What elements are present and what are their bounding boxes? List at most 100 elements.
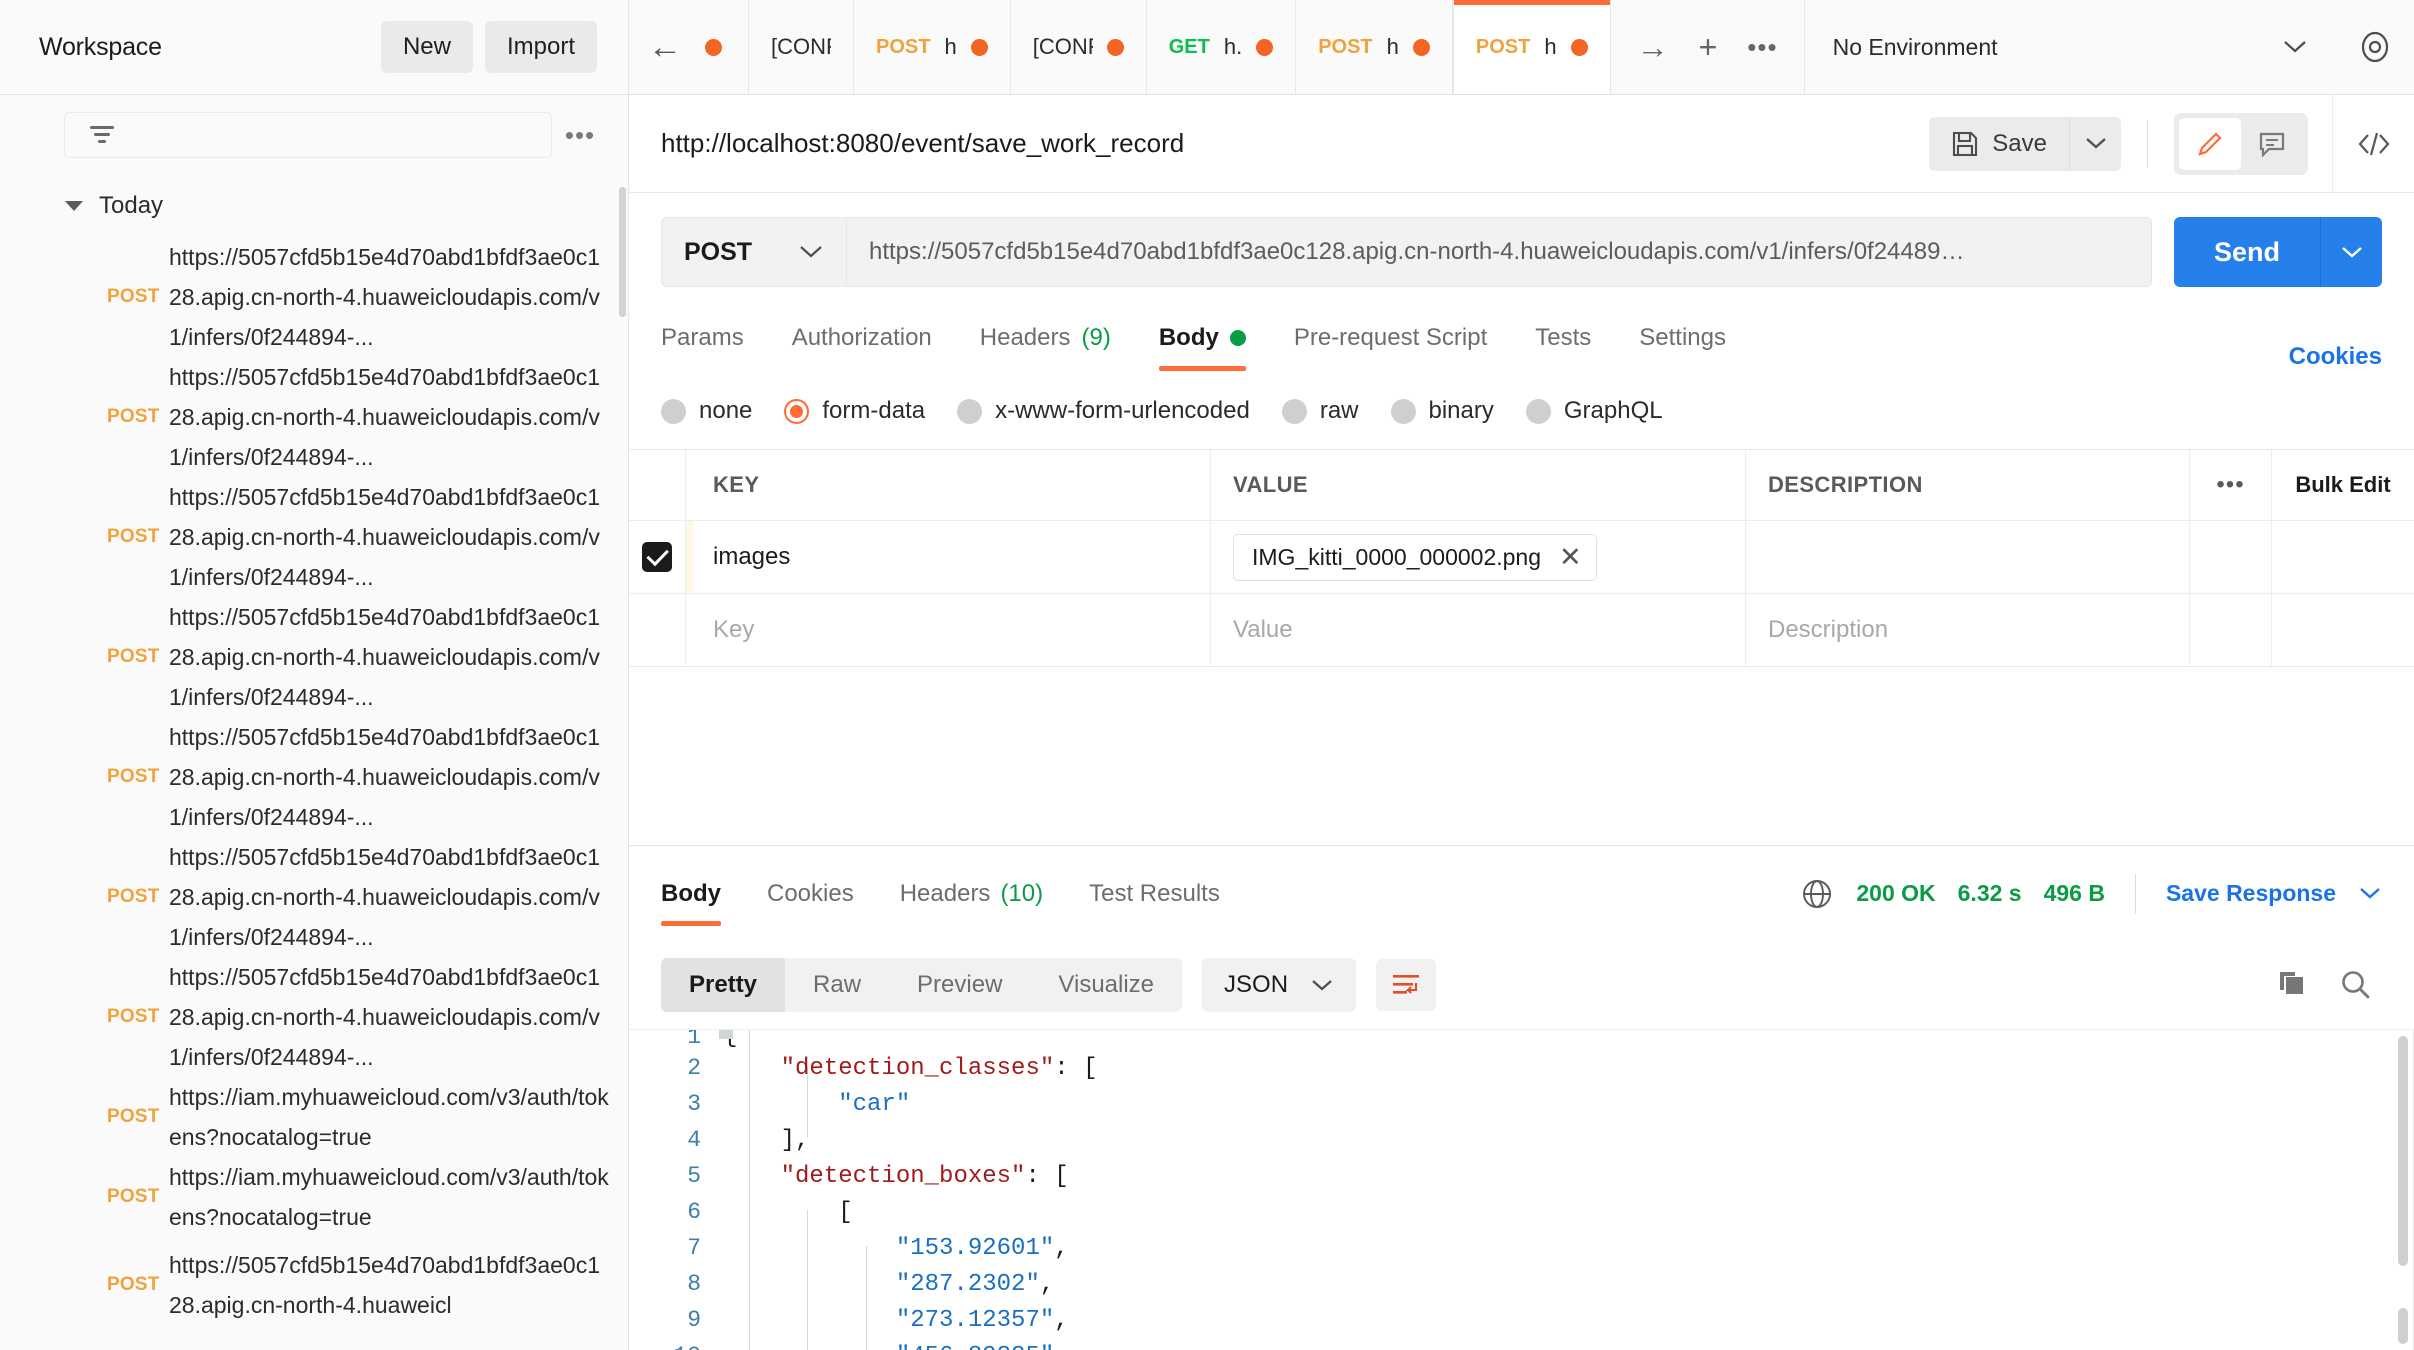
import-button[interactable]: Import bbox=[484, 21, 597, 73]
response-scrollbar[interactable] bbox=[2396, 1036, 2408, 1344]
plus-icon[interactable]: + bbox=[1699, 31, 1718, 63]
list-item[interactable]: POST https://5057cfd5b15e4d70abd1bfdf3ae… bbox=[29, 357, 628, 477]
list-item[interactable]: POST https://5057cfd5b15e4d70abd1bfdf3ae… bbox=[29, 837, 628, 957]
close-icon[interactable]: ✕ bbox=[1559, 543, 1582, 571]
list-item[interactable]: POST https://5057cfd5b15e4d70abd1bfdf3ae… bbox=[29, 957, 628, 1077]
checkbox-checked-icon bbox=[642, 542, 672, 572]
body-type-x-www-form-urlencoded[interactable]: x-www-form-urlencoded bbox=[957, 397, 1250, 425]
response-body-viewer[interactable]: 1 { 2 "detection_classes": [ 3 "car" 4 ]… bbox=[629, 1029, 2414, 1350]
body-type-binary[interactable]: binary bbox=[1390, 397, 1494, 425]
save-button[interactable]: Save bbox=[1929, 116, 2069, 171]
body-type-none[interactable]: none bbox=[661, 397, 752, 425]
bulk-edit-button[interactable]: Bulk Edit bbox=[2295, 472, 2390, 498]
tab-4[interactable]: POST h bbox=[1296, 0, 1453, 94]
code-snippet-button[interactable] bbox=[2332, 94, 2414, 193]
code-line: 9 "273.12357", bbox=[629, 1302, 2414, 1338]
view-mode-raw[interactable]: Raw bbox=[785, 958, 889, 1012]
save-options-button[interactable] bbox=[2069, 116, 2121, 171]
line-content: "153.92601", bbox=[895, 1234, 1069, 1262]
line-number: 4 bbox=[687, 1127, 701, 1153]
view-mode-preview[interactable]: Preview bbox=[889, 958, 1030, 1012]
list-item[interactable]: POST https://iam.myhuaweicloud.com/v3/au… bbox=[29, 1157, 628, 1237]
tab-scroll-left-button[interactable]: ← bbox=[629, 0, 701, 94]
response-scrollbar-thumb-lower[interactable] bbox=[2398, 1308, 2408, 1344]
body-type-raw[interactable]: raw bbox=[1281, 397, 1359, 425]
response-format-select[interactable]: JSON bbox=[1202, 958, 1357, 1012]
send-button[interactable]: Send bbox=[2173, 217, 2320, 287]
tab-headers[interactable]: Headers (9) bbox=[956, 305, 1135, 371]
response-tab-test-results[interactable]: Test Results bbox=[1066, 846, 1243, 942]
row-checkbox-empty[interactable] bbox=[629, 594, 686, 666]
list-item[interactable]: POST https://5057cfd5b15e4d70abd1bfdf3ae… bbox=[29, 237, 628, 357]
list-item[interactable]: POST https://5057cfd5b15e4d70abd1bfdf3ae… bbox=[29, 717, 628, 837]
sidebar-scrollbar[interactable] bbox=[618, 175, 628, 1350]
http-method-select[interactable]: POST bbox=[661, 217, 847, 287]
body-type-graphql[interactable]: GraphQL bbox=[1525, 397, 1663, 425]
view-mode-pretty[interactable]: Pretty bbox=[661, 958, 786, 1012]
url-input[interactable]: https://5057cfd5b15e4d70abd1bfdf3ae0c128… bbox=[847, 217, 2152, 287]
response-tab-headers[interactable]: Headers (10) bbox=[877, 846, 1066, 942]
floppy-disk-icon bbox=[1953, 131, 1978, 156]
list-item[interactable]: POST https://iam.myhuaweicloud.com/v3/au… bbox=[29, 1077, 628, 1157]
tab-1[interactable]: POST h bbox=[854, 0, 1011, 94]
table-more-icon[interactable]: ••• bbox=[2216, 473, 2244, 497]
save-response-button[interactable]: Save Response bbox=[2166, 880, 2336, 907]
cookies-link[interactable]: Cookies bbox=[2289, 343, 2382, 371]
comment-mode-button[interactable] bbox=[2241, 118, 2303, 170]
request-method-badge: POST bbox=[107, 766, 160, 787]
tab-tests[interactable]: Tests bbox=[1511, 305, 1615, 371]
list-item[interactable]: POST https://5057cfd5b15e4d70abd1bfdf3ae… bbox=[29, 597, 628, 717]
environment-quick-look-button[interactable] bbox=[2336, 0, 2414, 94]
search-icon[interactable] bbox=[2338, 968, 2372, 1002]
word-wrap-button[interactable] bbox=[1376, 959, 1437, 1011]
form-key-input-placeholder[interactable]: Key bbox=[713, 616, 754, 644]
table-row[interactable]: images IMG_kitti_0000_000002.png ✕ bbox=[629, 521, 2414, 594]
tab-2[interactable]: [CONFI bbox=[1010, 0, 1147, 94]
tab-more-icon[interactable]: ••• bbox=[1747, 34, 1777, 60]
tab-pre-request-script[interactable]: Pre-request Script bbox=[1270, 305, 1511, 371]
row-bulk-cell bbox=[2272, 521, 2414, 593]
radio-label: x-www-form-urlencoded bbox=[995, 397, 1250, 424]
request-url-text: https://5057cfd5b15e4d70abd1bfdf3ae0c128… bbox=[169, 604, 600, 710]
send-options-button[interactable] bbox=[2320, 217, 2382, 287]
form-description-input-placeholder[interactable]: Description bbox=[1768, 616, 1888, 644]
new-button[interactable]: New bbox=[380, 21, 473, 73]
copy-icon[interactable] bbox=[2276, 969, 2310, 1001]
chevron-down-icon[interactable] bbox=[2358, 886, 2382, 901]
tab-5-active[interactable]: POST h bbox=[1452, 0, 1611, 94]
tab-body[interactable]: Body bbox=[1135, 305, 1270, 371]
table-row-placeholder[interactable]: Key Value Description bbox=[629, 594, 2414, 666]
tab-0[interactable]: [CONFI bbox=[749, 0, 854, 94]
tab-indicator-0[interactable] bbox=[701, 0, 749, 94]
file-chip[interactable]: IMG_kitti_0000_000002.png ✕ bbox=[1233, 533, 1597, 581]
tab-3[interactable]: GET h. bbox=[1146, 0, 1297, 94]
list-item[interactable]: POST https://5057cfd5b15e4d70abd1bfdf3ae… bbox=[29, 1237, 628, 1333]
form-value-input-placeholder[interactable]: Value bbox=[1233, 616, 1293, 644]
sidebar-more-icon[interactable]: ••• bbox=[552, 122, 608, 148]
response-tab-cookies[interactable]: Cookies bbox=[744, 846, 877, 942]
form-key-input[interactable]: images bbox=[713, 543, 790, 571]
tab-authorization[interactable]: Authorization bbox=[768, 305, 956, 371]
list-item[interactable]: POST https://5057cfd5b15e4d70abd1bfdf3ae… bbox=[29, 477, 628, 597]
tab-settings[interactable]: Settings bbox=[1615, 305, 1750, 371]
arrow-right-icon[interactable]: → bbox=[1637, 31, 1669, 63]
tab-params[interactable]: Params bbox=[661, 305, 768, 371]
filter-input[interactable] bbox=[64, 112, 552, 158]
sidebar-scrollbar-thumb[interactable] bbox=[619, 187, 626, 317]
response-format-value: JSON bbox=[1224, 971, 1289, 998]
view-mode-visualize[interactable]: Visualize bbox=[1030, 958, 1182, 1012]
environment-selector[interactable]: No Environment bbox=[1805, 0, 2336, 94]
row-checkbox[interactable] bbox=[629, 521, 686, 593]
request-url-text: https://5057cfd5b15e4d70abd1bfdf3ae0c128… bbox=[169, 244, 600, 350]
response-tab-body[interactable]: Body bbox=[661, 846, 744, 942]
response-scrollbar-thumb[interactable] bbox=[2398, 1036, 2408, 1266]
body-type-form-data[interactable]: form-data bbox=[784, 397, 925, 425]
history-list[interactable]: Today POST https://5057cfd5b15e4d70abd1b… bbox=[0, 175, 628, 1350]
save-button-group: Save bbox=[1929, 116, 2121, 171]
edit-mode-button[interactable] bbox=[2179, 117, 2241, 170]
history-group-today[interactable]: Today bbox=[29, 175, 628, 237]
radio-icon bbox=[957, 398, 983, 424]
request-url-text: https://iam.myhuaweicloud.com/v3/auth/to… bbox=[169, 1084, 609, 1150]
form-description-input[interactable] bbox=[1746, 521, 2190, 593]
form-value-cell[interactable]: IMG_kitti_0000_000002.png ✕ bbox=[1211, 521, 1746, 593]
